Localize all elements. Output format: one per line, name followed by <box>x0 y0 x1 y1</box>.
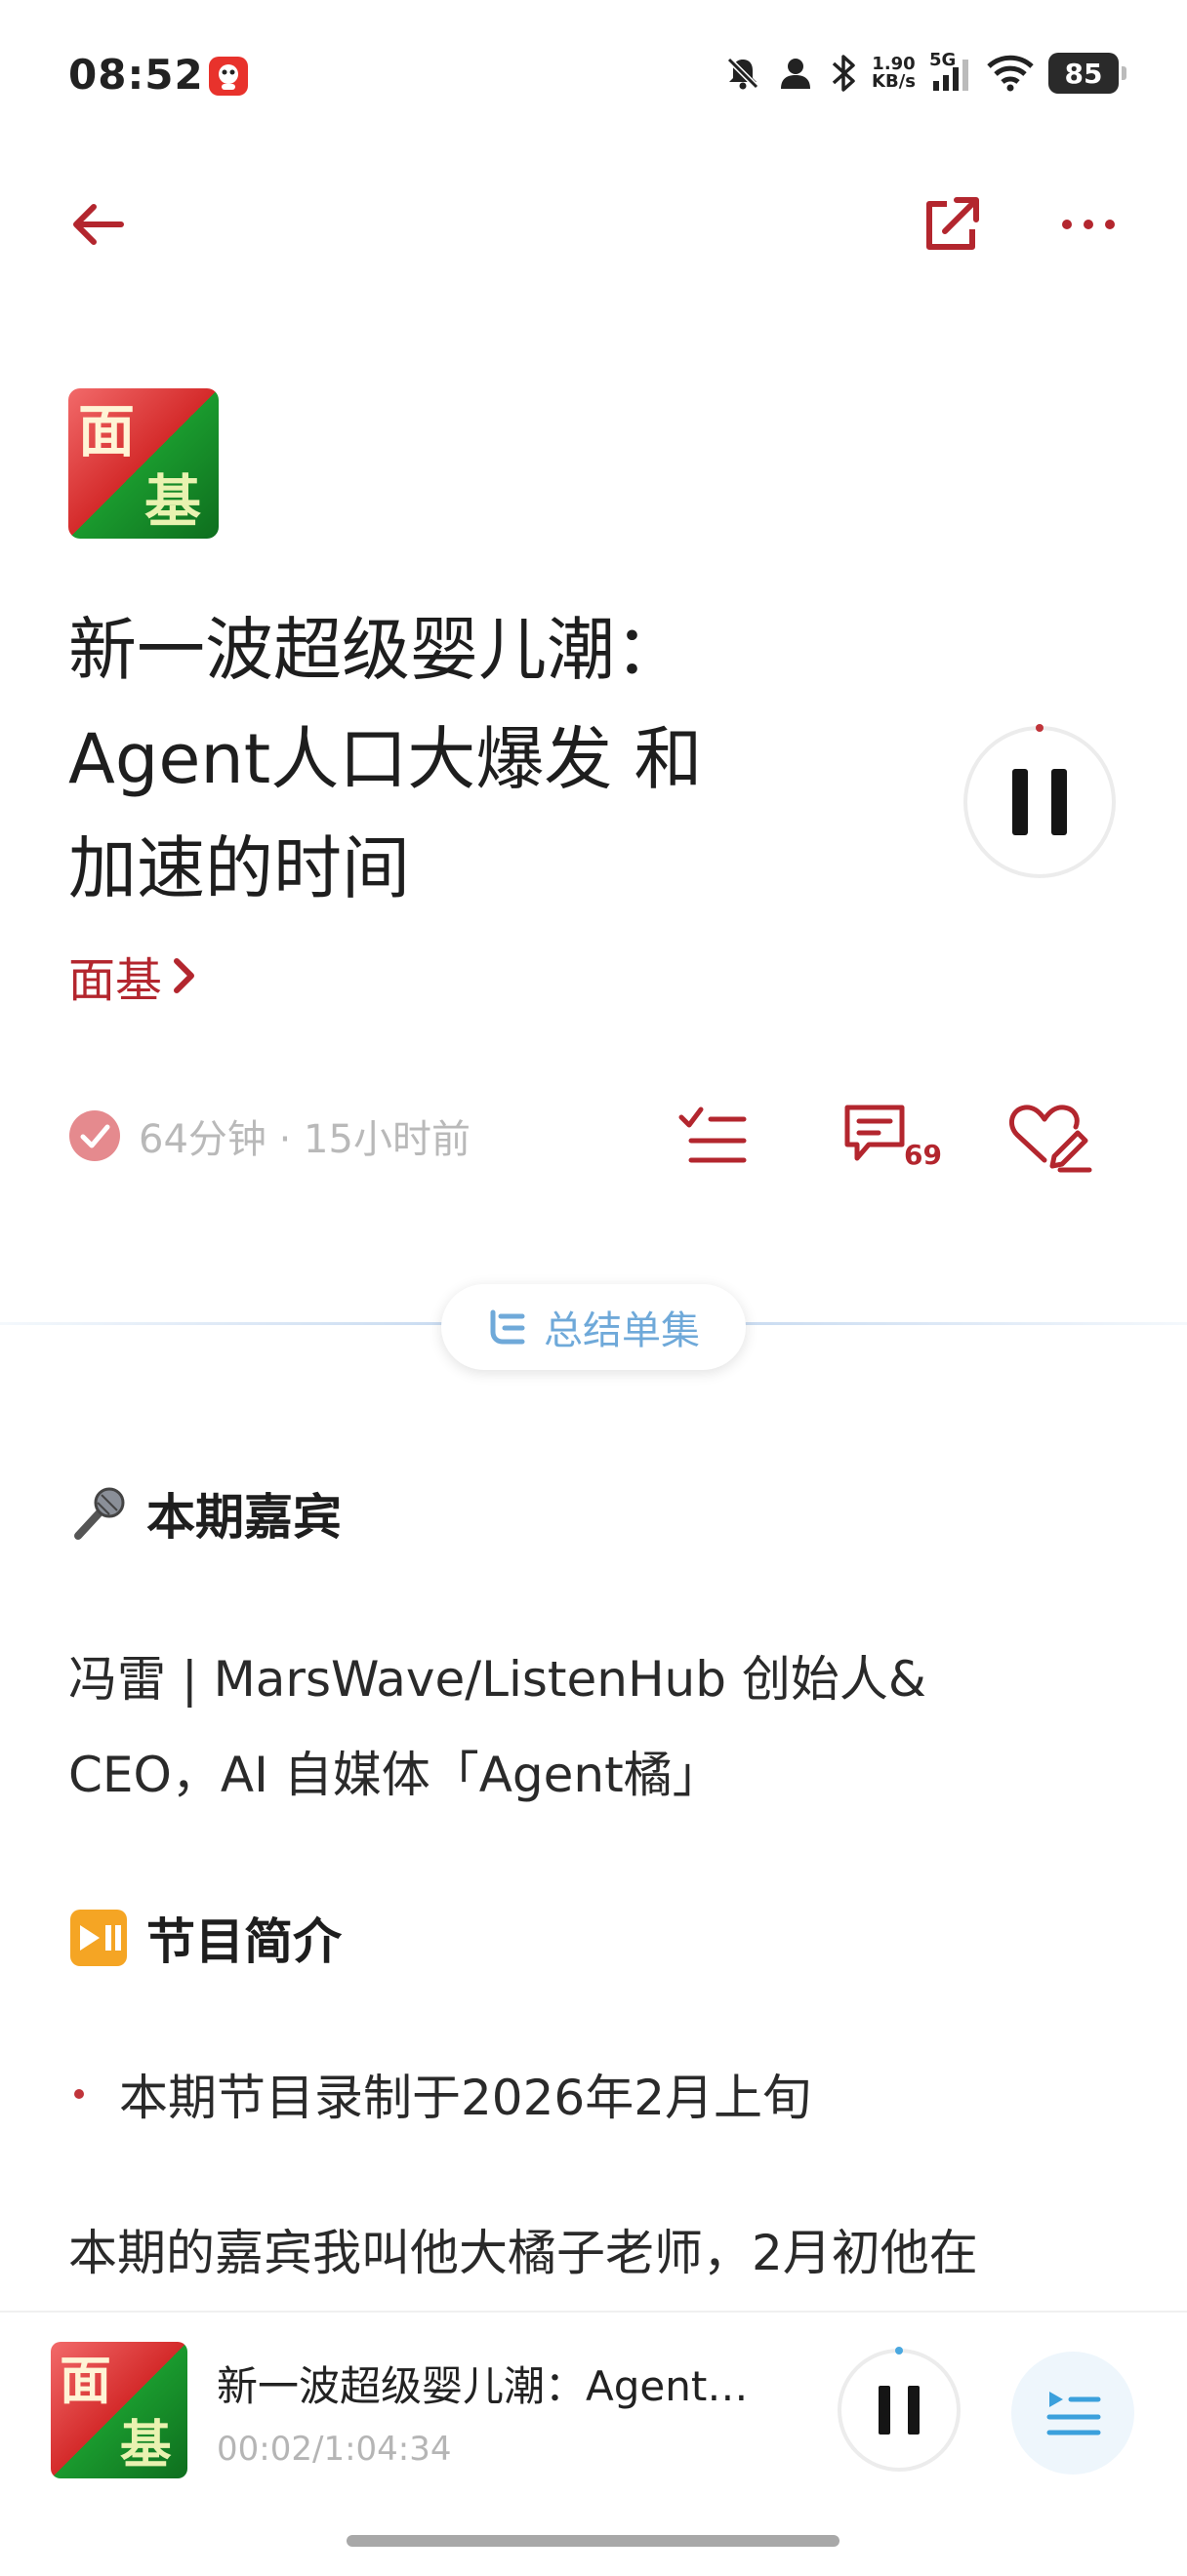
guest-heading: 本期嘉宾 <box>68 1478 342 1549</box>
heart-edit-icon <box>1008 1105 1092 1173</box>
battery-icon: 85 <box>1048 53 1126 94</box>
status-time: 08:52 <box>68 51 204 99</box>
podcast-name-link[interactable]: 面基 <box>68 942 197 1010</box>
mute-bell-icon <box>726 57 759 90</box>
mini-cover-art: 面 基 <box>51 2342 187 2478</box>
intro-paragraph: 本期的嘉宾我叫他大橘子老师，2月初他在 <box>68 2225 978 2281</box>
bullet-dot <box>74 2089 84 2099</box>
more-button[interactable] <box>1049 185 1127 263</box>
play-pause-emoji-icon <box>70 1910 127 1966</box>
comments-button[interactable]: 69 <box>839 1098 942 1176</box>
played-check-icon <box>69 1110 120 1161</box>
add-to-playlist-button[interactable] <box>674 1098 761 1176</box>
intro-heading: 节目简介 <box>68 1903 342 1973</box>
play-queue-button[interactable] <box>1011 2352 1134 2475</box>
back-button[interactable] <box>59 185 137 263</box>
pause-icon <box>963 724 1116 878</box>
app-notification-icon <box>209 57 248 96</box>
bullet-text: 本期节目录制于2026年2月上旬 <box>119 2070 812 2126</box>
signal-icon: 5G <box>929 50 972 95</box>
home-indicator[interactable] <box>347 2535 839 2547</box>
summary-label: 总结单集 <box>544 1308 700 1353</box>
mini-player-cover[interactable]: 面 基 <box>51 2342 187 2478</box>
status-bar: 08:52 1.90 KB/s 5G 85 <box>0 0 1187 156</box>
svg-text:基: 基 <box>120 2416 172 2475</box>
person-icon <box>781 59 811 89</box>
episode-title: 新一波超级婴儿潮： Agent人口大爆发 和 加速的时间 <box>68 610 703 908</box>
podcast-cover[interactable]: 面 基 <box>68 388 219 539</box>
more-icon <box>1062 220 1115 229</box>
bluetooth-icon <box>832 55 855 92</box>
pause-button[interactable] <box>962 724 1118 880</box>
favorite-button[interactable] <box>1005 1098 1093 1176</box>
duration-and-age: 64分钟 · 15小时前 <box>139 1117 471 1162</box>
svg-text:面: 面 <box>78 398 135 464</box>
intro-heading-text: 节目简介 <box>146 1913 342 1970</box>
mini-progress-dot <box>895 2347 903 2355</box>
share-button[interactable] <box>913 185 991 263</box>
cover-art: 面 基 <box>68 388 219 539</box>
mini-pause-icon <box>838 2347 961 2472</box>
playlist-add-icon <box>678 1107 747 1163</box>
summarize-episode-button[interactable]: 总结单集 <box>441 1284 746 1370</box>
podcast-name: 面基 <box>68 953 163 1008</box>
episode-meta: 64分钟 · 15小时前 <box>68 1107 471 1164</box>
guest-description: 冯雷 | MarsWave/ListenHub 创始人& CEO，AI 自媒体「… <box>68 1651 926 1803</box>
back-arrow-icon <box>73 204 124 245</box>
battery-level: 85 <box>1064 57 1103 90</box>
svg-text:面: 面 <box>60 2352 111 2411</box>
guest-heading-text: 本期嘉宾 <box>146 1489 342 1546</box>
comment-count: 69 <box>904 1139 942 1171</box>
microphone-icon <box>74 1487 125 1540</box>
share-icon <box>926 197 979 250</box>
mini-player-time: 00:02/1:04:34 <box>217 2430 452 2469</box>
svg-text:基: 基 <box>144 468 201 535</box>
summary-icon <box>490 1309 525 1345</box>
chevron-right-icon <box>174 958 195 993</box>
queue-icon <box>1046 2392 1101 2435</box>
list-item: 本期节目录制于2026年2月上旬 <box>68 2059 811 2129</box>
wifi-icon <box>987 55 1034 92</box>
mini-player-title[interactable]: 新一波超级婴儿潮：Agent… <box>217 2354 793 2413</box>
network-speed: 1.90 KB/s <box>872 54 916 92</box>
mini-pause-button[interactable] <box>836 2347 962 2474</box>
status-icons: 1.90 KB/s 5G 85 <box>723 49 1126 98</box>
